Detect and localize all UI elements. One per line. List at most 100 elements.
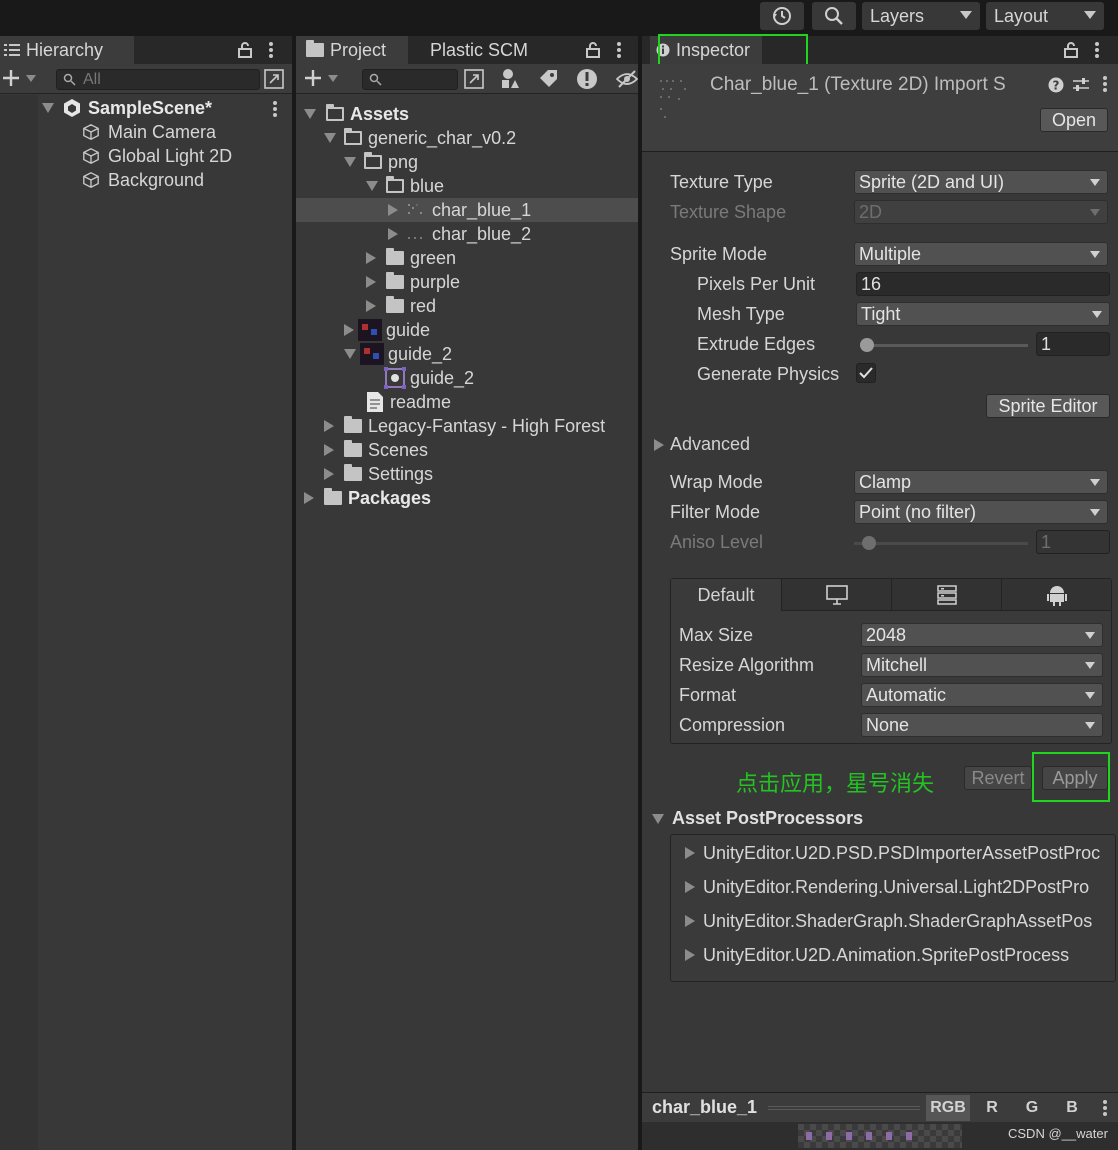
extrude-slider-track[interactable] bbox=[860, 344, 1028, 347]
folder-icon bbox=[344, 464, 362, 481]
warning-icon[interactable] bbox=[576, 68, 598, 90]
maximize-icon[interactable] bbox=[264, 69, 284, 89]
extrude-input[interactable]: 1 bbox=[1036, 332, 1110, 356]
tree-label: Assets bbox=[350, 103, 410, 124]
tree-item-png[interactable]: png bbox=[344, 150, 418, 174]
tab-plastic-label: Plastic SCM bbox=[430, 39, 529, 60]
hierarchy-item[interactable]: Global Light 2D bbox=[82, 144, 232, 168]
hierarchy-search-input[interactable]: All bbox=[56, 69, 260, 90]
tree-item-green[interactable]: green bbox=[366, 246, 456, 270]
tree-item-scenes[interactable]: Scenes bbox=[324, 438, 428, 462]
tree-item-packages[interactable]: Packages bbox=[304, 486, 431, 510]
platform-tab-default[interactable]: Default bbox=[671, 579, 781, 611]
postprocessor-item[interactable]: UnityEditor.U2D.PSD.PSDImporterAssetPost… bbox=[685, 839, 1100, 867]
add-button[interactable] bbox=[2, 69, 36, 87]
hierarchy-item[interactable]: Main Camera bbox=[82, 120, 216, 144]
sprite-sheet-preview bbox=[798, 1124, 962, 1148]
project-search-input[interactable] bbox=[362, 69, 458, 90]
platform-tab-standalone[interactable] bbox=[781, 579, 891, 611]
chevron-down-icon bbox=[1085, 722, 1095, 729]
texture-thumbnail-icon bbox=[360, 343, 384, 365]
tree-item-guide-2-sprite[interactable]: guide_2 bbox=[384, 366, 474, 390]
channel-b-button[interactable]: B bbox=[1054, 1095, 1090, 1121]
more-vert-icon[interactable] bbox=[272, 101, 278, 117]
sprite-editor-button[interactable]: Sprite Editor bbox=[986, 394, 1110, 418]
open-button[interactable]: Open bbox=[1040, 108, 1108, 132]
tree-label: Legacy-Fantasy - High Forest bbox=[368, 415, 606, 436]
chevron-down-icon bbox=[1092, 311, 1102, 318]
platform-tab-android[interactable] bbox=[1001, 579, 1111, 611]
postprocessor-item[interactable]: UnityEditor.Rendering.Universal.Light2DP… bbox=[685, 873, 1089, 901]
sprite-mode-dropdown[interactable]: Multiple bbox=[854, 242, 1108, 266]
postprocessors-foldout[interactable]: Asset PostProcessors bbox=[652, 808, 863, 829]
extrude-value: 1 bbox=[1041, 333, 1052, 354]
platform-default-label: Default bbox=[697, 584, 755, 605]
platform-tab-server[interactable] bbox=[891, 579, 1001, 611]
tab-project[interactable]: Project bbox=[296, 36, 408, 64]
panel-divider[interactable] bbox=[638, 36, 642, 1150]
panel-divider[interactable] bbox=[292, 36, 296, 1150]
lock-icon[interactable] bbox=[238, 42, 252, 58]
format-dropdown[interactable]: Automatic bbox=[861, 683, 1103, 707]
tree-item-char-blue-1[interactable]: char_blue_1 bbox=[296, 198, 638, 222]
layers-dropdown[interactable]: Layers bbox=[862, 2, 980, 30]
tree-item-legacy[interactable]: Legacy-Fantasy - High Forest bbox=[324, 414, 605, 438]
max-size-dropdown[interactable]: 2048 bbox=[861, 623, 1103, 647]
texture-type-dropdown[interactable]: Sprite (2D and UI) bbox=[854, 170, 1108, 194]
compression-dropdown[interactable]: None bbox=[861, 713, 1103, 737]
tab-plastic-scm[interactable]: Plastic SCM bbox=[420, 36, 538, 64]
help-icon[interactable]: ? bbox=[1048, 77, 1064, 93]
create-button[interactable] bbox=[304, 69, 338, 87]
ppu-input[interactable]: 16 bbox=[856, 272, 1110, 296]
layout-dropdown[interactable]: Layout bbox=[986, 2, 1104, 30]
tree-item-purple[interactable]: purple bbox=[366, 270, 460, 294]
tree-item-assets[interactable]: Assets bbox=[304, 102, 409, 126]
tree-item-red[interactable]: red bbox=[366, 294, 436, 318]
channel-rgb-button[interactable]: RGB bbox=[926, 1095, 970, 1121]
tag-icon[interactable] bbox=[538, 69, 558, 89]
postprocessors-list: UnityEditor.U2D.PSD.PSDImporterAssetPost… bbox=[670, 834, 1116, 982]
more-vert-icon[interactable] bbox=[1102, 76, 1108, 92]
channel-g-button[interactable]: G bbox=[1014, 1095, 1050, 1121]
tab-hierarchy[interactable]: Hierarchy bbox=[0, 36, 134, 64]
lock-icon[interactable] bbox=[586, 42, 600, 58]
hidden-eye-icon[interactable] bbox=[616, 69, 638, 89]
filter-type-icon[interactable] bbox=[500, 68, 520, 90]
chevron-down-icon bbox=[1085, 692, 1095, 699]
lock-icon[interactable] bbox=[1064, 42, 1078, 58]
resize-algorithm-dropdown[interactable]: Mitchell bbox=[861, 653, 1103, 677]
filter-mode-dropdown[interactable]: Point (no filter) bbox=[854, 500, 1108, 524]
more-vert-icon[interactable] bbox=[616, 42, 622, 58]
hierarchy-item[interactable]: Background bbox=[82, 168, 204, 192]
expand-triangle-icon bbox=[366, 252, 376, 264]
tree-item-char-blue-2[interactable]: char_blue_2 bbox=[388, 222, 531, 246]
generate-physics-checkbox[interactable] bbox=[856, 363, 876, 383]
expand-triangle-icon bbox=[344, 157, 356, 167]
extrude-slider-handle[interactable] bbox=[860, 338, 874, 352]
maximize-icon[interactable] bbox=[464, 69, 484, 89]
postprocessor-item[interactable]: UnityEditor.ShaderGraph.ShaderGraphAsset… bbox=[685, 907, 1092, 935]
preset-sliders-icon[interactable] bbox=[1072, 76, 1090, 94]
folder-icon bbox=[344, 416, 362, 433]
tree-label: Scenes bbox=[368, 439, 429, 460]
tree-item-readme[interactable]: readme bbox=[366, 390, 451, 414]
search-button[interactable] bbox=[812, 2, 856, 30]
tree-item-settings[interactable]: Settings bbox=[324, 462, 433, 486]
tree-item-generic-char[interactable]: generic_char_v0.2 bbox=[324, 126, 516, 150]
postprocessor-item[interactable]: UnityEditor.U2D.Animation.SpritePostProc… bbox=[685, 941, 1069, 969]
channel-r-button[interactable]: R bbox=[974, 1095, 1010, 1121]
preview-drag-handle[interactable] bbox=[768, 1106, 920, 1110]
texture-type-value: Sprite (2D and UI) bbox=[859, 171, 1005, 192]
history-button[interactable] bbox=[760, 2, 804, 30]
mesh-type-dropdown[interactable]: Tight bbox=[856, 302, 1110, 326]
more-vert-icon[interactable] bbox=[1094, 42, 1100, 58]
tree-item-guide-2[interactable]: guide_2 bbox=[344, 342, 452, 366]
tree-item-blue[interactable]: blue bbox=[366, 174, 444, 198]
tree-item-guide[interactable]: guide bbox=[344, 318, 430, 342]
more-vert-icon[interactable] bbox=[268, 42, 274, 58]
more-vert-icon[interactable] bbox=[1102, 1100, 1108, 1116]
wrap-mode-dropdown[interactable]: Clamp bbox=[854, 470, 1108, 494]
scene-name: SampleScene* bbox=[88, 97, 213, 118]
advanced-foldout[interactable]: Advanced bbox=[654, 434, 750, 455]
scene-row[interactable]: SampleScene* bbox=[42, 96, 292, 120]
